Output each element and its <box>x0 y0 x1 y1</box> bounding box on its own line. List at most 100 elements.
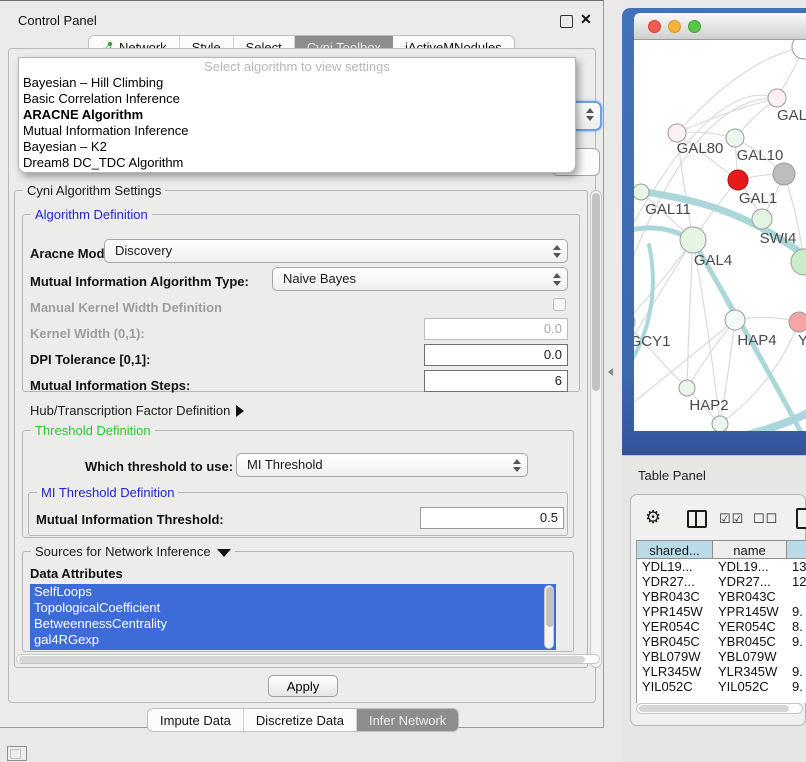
table-row[interactable]: YBR045CYBR045C9. <box>637 634 806 649</box>
attribute-item[interactable]: gal4RGexp <box>30 632 546 648</box>
node-bottom-node[interactable] <box>712 416 728 431</box>
table-row[interactable]: YLR345WYLR345W9. <box>637 664 806 679</box>
column-header-shared[interactable]: shared... <box>637 540 713 559</box>
algorithm-option[interactable]: Mutual Information Inference <box>19 123 575 139</box>
table-cell: YDL19... <box>713 559 787 574</box>
tab-impute-data[interactable]: Impute Data <box>148 709 244 731</box>
table-cell: 9. <box>787 634 806 649</box>
mi-threshold-label: Mutual Information Threshold: <box>36 512 224 527</box>
tab-label: Infer Network <box>369 713 446 728</box>
attributes-list-scrollbar[interactable] <box>544 585 554 649</box>
cyni-bottom-tabbar: Impute Data Discretize Data Infer Network <box>147 708 459 732</box>
node-gal4[interactable] <box>680 227 706 253</box>
node-label-gal80: GAL80 <box>677 140 724 157</box>
node-label-salmon-node: Y <box>798 332 806 349</box>
close-window-icon[interactable] <box>648 20 661 33</box>
algorithm-definition-title: Algorithm Definition <box>31 207 152 222</box>
table-row[interactable]: YPR145WYPR145W9. <box>637 604 806 619</box>
node-hap2[interactable] <box>679 380 695 396</box>
export-table-icon[interactable] <box>796 508 806 529</box>
table-cell: YER054C <box>637 619 713 634</box>
scrollbar-thumb[interactable] <box>592 193 600 391</box>
scrollbar-thumb[interactable] <box>546 587 554 627</box>
close-icon[interactable]: ✕ <box>580 11 592 28</box>
attribute-item[interactable]: SelfLoops <box>30 584 546 600</box>
scrollbar-thumb[interactable] <box>639 705 789 712</box>
network-edge[interactable] <box>634 240 693 322</box>
network-edge-thick[interactable] <box>634 245 653 370</box>
node-gray-node[interactable] <box>773 163 795 185</box>
table-cell: YBR045C <box>713 634 787 649</box>
algorithm-option[interactable]: Bayesian – Hill Climbing <box>19 75 575 91</box>
table-row[interactable]: YER054CYER054C8. <box>637 619 806 634</box>
unselect-all-icon[interactable]: ☐☐ <box>753 511 778 527</box>
node-salmon-node[interactable] <box>789 312 806 332</box>
node-gcy1[interactable] <box>634 313 635 331</box>
node-gal2[interactable] <box>768 89 786 107</box>
mi-steps-field[interactable]: 6 <box>424 370 568 392</box>
node-big-green[interactable] <box>791 249 806 275</box>
aracne-mode-select[interactable]: Discovery <box>104 239 568 263</box>
gear-icon[interactable]: ⚙ <box>645 507 661 528</box>
attribute-item[interactable]: TopologicalCoefficient <box>30 600 546 616</box>
table-row[interactable]: YBR043CYBR043C <box>637 589 806 604</box>
node-gal1[interactable] <box>728 170 748 190</box>
table-cell: YBL079W <box>637 649 713 664</box>
mi-algorithm-type-select[interactable]: Naive Bayes <box>272 267 568 291</box>
hub-definition-expander[interactable]: Hub/Transcription Factor Definition <box>30 403 244 418</box>
algorithm-option[interactable]: Basic Correlation Inference <box>19 91 575 107</box>
apply-button[interactable]: Apply <box>268 675 338 697</box>
algorithm-option[interactable]: Dream8 DC_TDC Algorithm <box>19 155 575 171</box>
tab-label: Impute Data <box>160 713 231 728</box>
node-hap4[interactable] <box>725 310 745 330</box>
network-edge[interactable] <box>687 240 693 388</box>
table-horizontal-scrollbar[interactable] <box>636 703 803 714</box>
settings-vertical-scrollbar[interactable] <box>590 190 602 668</box>
float-panel-icon[interactable] <box>560 15 573 28</box>
columns-icon[interactable] <box>687 510 707 528</box>
node-table[interactable]: shared... name A YDL19...YDL19...13YDR27… <box>636 540 806 703</box>
tab-infer-network[interactable]: Infer Network <box>357 709 458 731</box>
algorithm-popup-placeholder: Select algorithm to view settings <box>19 58 575 75</box>
node-swi4[interactable] <box>752 209 772 229</box>
minimized-panel-icon[interactable] <box>7 746 27 761</box>
table-row[interactable]: YBL079WYBL079W <box>637 649 806 664</box>
tab-discretize-data[interactable]: Discretize Data <box>244 709 357 731</box>
network-edge[interactable] <box>634 322 687 388</box>
table-cell: YDL19... <box>637 559 713 574</box>
split-pane-handle[interactable] <box>608 368 613 376</box>
table-row[interactable]: YDR27...YDR27...12 <box>637 574 806 589</box>
column-header-name[interactable]: name <box>713 540 787 559</box>
select-all-icon[interactable]: ☑☑ <box>719 511 744 527</box>
node-top-outline[interactable] <box>792 40 806 59</box>
which-threshold-select[interactable]: MI Threshold <box>236 453 528 477</box>
data-attributes-list[interactable]: SelfLoopsTopologicalCoefficientBetweenne… <box>30 584 556 650</box>
algorithm-option[interactable]: ARACNE Algorithm <box>19 107 575 123</box>
table-row[interactable]: YDL19...YDL19...13 <box>637 559 806 574</box>
dpi-tolerance-field[interactable]: 0.0 <box>424 344 568 366</box>
algorithm-option[interactable]: Bayesian – K2 <box>19 139 575 155</box>
network-canvas[interactable]: GALGAL80GAL10GAL1GAL11SWI4GAL4HAP4YGCY1H… <box>634 40 806 431</box>
zoom-window-icon[interactable] <box>688 20 701 33</box>
node-gal11[interactable] <box>634 184 649 200</box>
kernel-width-label: Kernel Width (0,1): <box>30 326 145 341</box>
node-label-gal2: GAL <box>777 107 806 124</box>
minimize-window-icon[interactable] <box>668 20 681 33</box>
table-cell: YBR043C <box>713 589 787 604</box>
kernel-width-field[interactable]: 0.0 <box>424 318 568 340</box>
table-row[interactable]: YIL052CYIL052C9. <box>637 679 806 694</box>
table-cell: YER054C <box>713 619 787 634</box>
cyni-settings-group-title: Cyni Algorithm Settings <box>23 183 165 198</box>
attribute-item[interactable]: BetweennessCentrality <box>30 616 546 632</box>
network-edge[interactable] <box>677 98 777 133</box>
network-window-titlebar[interactable] <box>634 13 806 40</box>
mi-threshold-field[interactable]: 0.5 <box>420 507 564 529</box>
node-label-gal4: GAL4 <box>694 252 732 269</box>
node-gal10[interactable] <box>726 129 744 147</box>
sources-group-title[interactable]: Sources for Network Inference <box>31 544 235 559</box>
scrollbar-thumb[interactable] <box>19 656 585 663</box>
column-header-third[interactable]: A <box>787 540 806 559</box>
manual-kernel-checkbox[interactable] <box>553 298 566 311</box>
threshold-definition-title: Threshold Definition <box>31 423 155 438</box>
settings-horizontal-scrollbar[interactable] <box>16 654 600 664</box>
